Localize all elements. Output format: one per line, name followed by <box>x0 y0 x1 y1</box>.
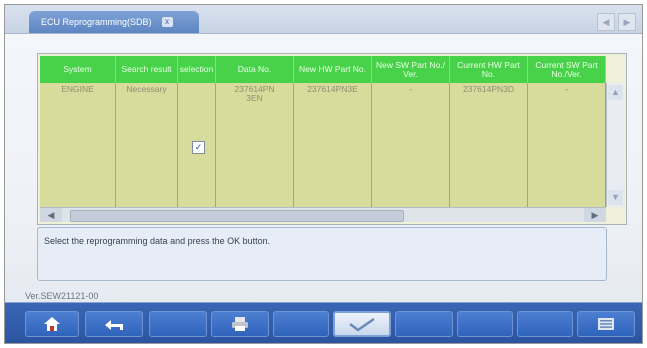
check-icon <box>349 317 375 332</box>
scroll-thumb[interactable] <box>70 210 404 222</box>
tab-ecu-reprogramming[interactable]: ECU Reprogramming(SDB) x <box>29 11 199 33</box>
header-new-hw: New HW Part No. <box>294 56 372 83</box>
cell-selection: ✓ <box>178 83 216 207</box>
cell-search-result: Necessary <box>116 83 178 207</box>
table-header-row: System Search result selection Data No. … <box>40 56 606 83</box>
scroll-left-icon[interactable]: ◀ <box>40 208 62 222</box>
back-arrow-icon <box>105 320 123 330</box>
blank-button-4[interactable] <box>457 311 513 337</box>
header-system: System <box>40 56 116 83</box>
horizontal-scrollbar[interactable]: ◀ ▶ <box>40 207 606 222</box>
tab-next-icon[interactable]: ▶ <box>618 13 636 31</box>
tab-nav: ◀ ▶ <box>597 13 636 31</box>
scroll-right-icon[interactable]: ▶ <box>584 208 606 222</box>
cell-current-hw: 237614PN3D <box>450 83 528 207</box>
reprogramming-table: System Search result selection Data No. … <box>37 53 627 225</box>
tab-label: ECU Reprogramming(SDB) <box>41 17 152 27</box>
print-button[interactable] <box>211 311 269 337</box>
home-icon <box>44 317 60 331</box>
header-current-hw: Current HW Part No. <box>450 56 528 83</box>
tab-bar: ECU Reprogramming(SDB) x ◀ ▶ <box>5 5 642 34</box>
tab-close-icon[interactable]: x <box>161 17 173 27</box>
header-selection: selection <box>178 56 216 83</box>
instruction-message: Select the reprogramming data and press … <box>37 227 607 281</box>
selection-checkbox[interactable]: ✓ <box>192 141 205 154</box>
cell-system: ENGINE <box>40 83 116 207</box>
blank-button-3[interactable] <box>395 311 453 337</box>
version-label: Ver.SEW21121-00 <box>25 291 99 301</box>
bottom-toolbar <box>5 302 642 343</box>
tab-prev-icon[interactable]: ◀ <box>597 13 615 31</box>
header-current-sw: Current SW Part No./Ver. <box>528 56 606 83</box>
back-button[interactable] <box>85 311 143 337</box>
header-data-no: Data No. <box>216 56 294 83</box>
ok-button[interactable] <box>333 311 391 337</box>
printer-icon <box>232 317 248 331</box>
table-row[interactable]: ENGINE Necessary ✓ 237614PN 3EN 237614PN… <box>40 83 606 207</box>
cell-new-sw: - <box>372 83 450 207</box>
list-button[interactable] <box>577 311 635 337</box>
home-button[interactable] <box>25 311 79 337</box>
blank-button-5[interactable] <box>517 311 573 337</box>
scroll-down-icon[interactable]: ▼ <box>608 190 623 205</box>
scroll-up-icon[interactable]: ▲ <box>608 85 623 100</box>
cell-current-sw: - <box>528 83 606 207</box>
list-icon <box>598 318 614 330</box>
header-new-sw: New SW Part No./ Ver. <box>372 56 450 83</box>
vertical-scrollbar[interactable]: ▲ ▼ <box>606 83 624 207</box>
header-search-result: Search result <box>116 56 178 83</box>
blank-button-2[interactable] <box>273 311 329 337</box>
app-window: ECU Reprogramming(SDB) x ◀ ▶ System Sear… <box>4 4 643 344</box>
cell-new-hw: 237614PN3E <box>294 83 372 207</box>
cell-data-no: 237614PN 3EN <box>216 83 294 207</box>
blank-button-1[interactable] <box>149 311 207 337</box>
